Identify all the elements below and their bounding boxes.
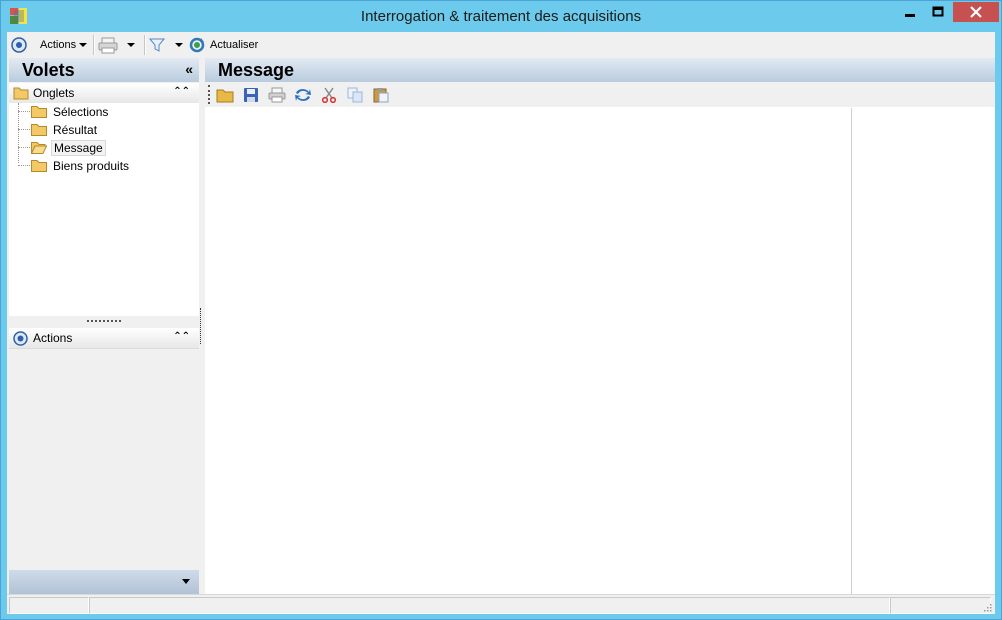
actions-label: Actions [40, 39, 77, 51]
copy-icon [347, 87, 363, 103]
chevron-down-icon [79, 43, 88, 47]
status-panel [9, 597, 89, 614]
status-panel [890, 597, 991, 614]
actions-section-title: Actions [33, 331, 73, 345]
save-button[interactable] [241, 85, 261, 105]
client-area: Actions Actualiser Volets « Onglets ⌃⌃ S… [7, 32, 995, 614]
toolbar-separator [144, 35, 146, 55]
paste-icon [373, 88, 389, 103]
minimize-icon [905, 14, 915, 17]
folder-icon [31, 106, 47, 118]
folder-icon [31, 160, 47, 172]
content-divider [851, 108, 852, 594]
onglets-section-title: Onglets [33, 86, 75, 100]
status-bar [7, 594, 995, 614]
printer-icon [98, 37, 118, 54]
toolbar-separator [93, 35, 95, 55]
refresh-icon [189, 37, 205, 53]
tree-item-label: Résultat [53, 122, 98, 137]
tree-item-label: Biens produits [53, 158, 130, 173]
save-icon [244, 88, 258, 102]
toolbar-grip[interactable] [208, 85, 210, 104]
open-button[interactable] [215, 85, 235, 105]
close-button[interactable] [953, 2, 999, 22]
filter-icon [149, 38, 165, 52]
actions-section-header[interactable]: Actions ⌃⌃ [9, 328, 199, 349]
onglets-section-header[interactable]: Onglets ⌃⌃ [9, 83, 199, 104]
cut-icon [321, 87, 337, 103]
tree-item-biens-produits[interactable]: Biens produits [18, 157, 131, 174]
collapse-pane-button[interactable]: « [185, 61, 193, 77]
tree-item-label: Message [51, 139, 106, 156]
right-pane: Message [205, 58, 995, 594]
right-pane-title: Message [218, 60, 295, 80]
actions-icon [11, 37, 27, 53]
status-panel [89, 597, 890, 614]
copy-button[interactable] [345, 85, 365, 105]
refresh-label: Actualiser [210, 39, 259, 51]
folder-icon [31, 124, 47, 136]
chevron-up-double-icon[interactable]: ⌃⌃ [173, 331, 190, 342]
maximize-button[interactable] [925, 2, 951, 22]
actions-dropdown-button[interactable]: Actions [40, 35, 88, 55]
cut-button[interactable] [319, 85, 339, 105]
chevron-down-icon[interactable] [182, 579, 190, 584]
left-pane: Volets « Onglets ⌃⌃ Sélections Résultat [9, 58, 199, 594]
close-icon [970, 6, 982, 18]
left-pane-footer [9, 570, 199, 594]
pane-splitter-handle[interactable] [200, 308, 201, 344]
main-toolbar: Actions Actualiser [7, 32, 995, 58]
print-button[interactable] [267, 85, 287, 105]
right-pane-header: Message [205, 58, 995, 82]
onglets-tree: Sélections Résultat Message Biens produi… [9, 103, 199, 316]
resize-grip-icon[interactable] [982, 602, 992, 612]
message-toolbar [205, 82, 995, 107]
print-dropdown-button[interactable] [98, 35, 135, 55]
print-icon [268, 87, 286, 103]
window-title: Interrogation & traitement des acquisiti… [360, 8, 642, 25]
filter-dropdown-button[interactable] [149, 35, 183, 55]
open-folder-icon [31, 142, 47, 154]
tree-item-label: Sélections [53, 104, 109, 119]
tree-item-resultat[interactable]: Résultat [18, 121, 99, 138]
title-bar[interactable]: Interrogation & traitement des acquisiti… [1, 1, 1001, 32]
open-folder-icon [216, 89, 234, 103]
actions-menu-icon-button[interactable] [11, 35, 27, 55]
left-pane-header: Volets « [9, 58, 199, 82]
chevron-down-icon [127, 43, 135, 47]
message-content-area[interactable] [210, 108, 995, 594]
chevron-up-double-icon[interactable]: ⌃⌃ [173, 86, 190, 97]
application-window: Interrogation & traitement des acquisiti… [0, 0, 1002, 620]
refresh-button[interactable]: Actualiser [189, 35, 258, 55]
maximize-icon [932, 6, 944, 17]
paste-button[interactable] [371, 85, 391, 105]
sync-icon [295, 89, 311, 101]
sync-button[interactable] [293, 85, 313, 105]
left-pane-title: Volets [22, 60, 75, 80]
folder-icon [13, 87, 29, 100]
tree-item-message[interactable]: Message [18, 139, 106, 156]
actions-icon [13, 331, 28, 346]
chevron-down-icon [175, 43, 183, 47]
tree-item-selections[interactable]: Sélections [18, 103, 110, 120]
section-splitter-handle[interactable] [87, 320, 121, 324]
minimize-button[interactable] [896, 2, 923, 22]
